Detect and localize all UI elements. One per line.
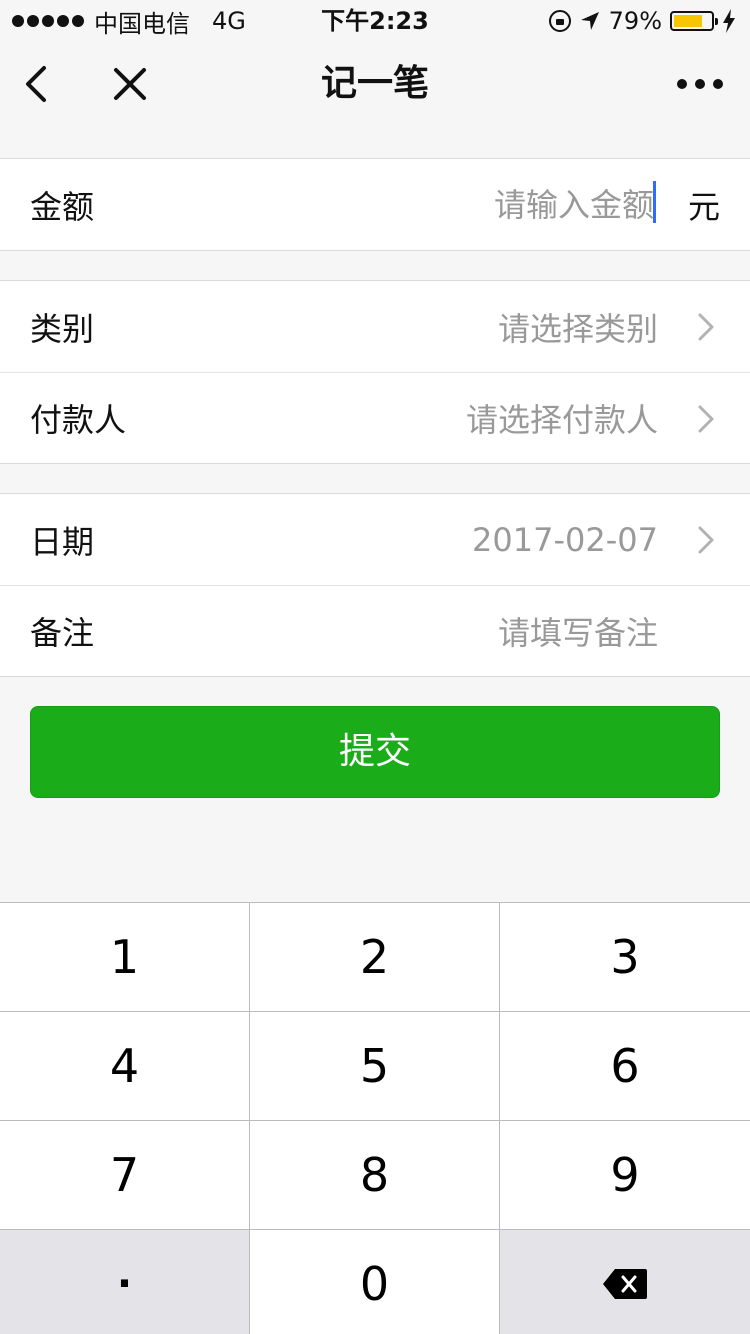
amount-label: 金额 (30, 187, 95, 226)
note-row[interactable]: 备注 请填写备注 (0, 585, 750, 676)
amount-row[interactable]: 金额 元 (0, 159, 750, 250)
key-backspace[interactable] (500, 1230, 750, 1334)
key-1[interactable]: 1 (0, 903, 250, 1011)
orientation-lock-icon (548, 10, 571, 32)
network-label: 4G (212, 7, 246, 35)
category-payer-group: 类别 请选择类别 付款人 请选择付款人 (0, 280, 750, 464)
numeric-keypad: 1 2 3 4 5 6 7 8 9 · 0 (0, 902, 750, 1334)
charging-bolt-icon (723, 9, 735, 33)
battery-fill (674, 15, 703, 27)
key-8[interactable]: 8 (250, 1121, 500, 1229)
amount-input[interactable] (394, 179, 654, 230)
battery-percent: 79% (608, 7, 662, 35)
status-left: 中国电信 4G (12, 6, 246, 38)
nav-bar: 记一笔 (0, 40, 750, 128)
close-icon[interactable] (108, 62, 152, 106)
chevron-right-icon (698, 313, 714, 341)
status-right: 79% (548, 6, 736, 36)
date-row[interactable]: 日期 2017-02-07 (0, 494, 750, 585)
key-9[interactable]: 9 (500, 1121, 750, 1229)
category-label: 类别 (30, 309, 95, 348)
status-bar: 中国电信 4G 下午2:23 79% (0, 0, 750, 40)
key-7[interactable]: 7 (0, 1121, 250, 1229)
category-value: 请选择类别 (497, 309, 658, 348)
key-6[interactable]: 6 (500, 1012, 750, 1120)
more-options-icon[interactable] (674, 62, 726, 106)
chevron-right-icon (698, 526, 714, 554)
date-note-group: 日期 2017-02-07 备注 请填写备注 (0, 493, 750, 677)
signal-icon (12, 15, 84, 27)
submit-button[interactable]: 提交 (30, 706, 720, 798)
carrier-label: 中国电信 (94, 9, 190, 38)
back-arrow-icon[interactable] (18, 62, 62, 106)
key-4[interactable]: 4 (0, 1012, 250, 1120)
battery-icon (670, 11, 718, 31)
payer-row[interactable]: 付款人 请选择付款人 (0, 372, 750, 463)
category-row[interactable]: 类别 请选择类别 (0, 281, 750, 372)
backspace-icon (603, 1269, 647, 1299)
payer-label: 付款人 (30, 401, 127, 439)
text-caret (653, 181, 656, 223)
key-2[interactable]: 2 (250, 903, 500, 1011)
key-decimal-point[interactable]: · (0, 1230, 250, 1334)
amount-group: 金额 元 (0, 158, 750, 251)
payer-value: 请选择付款人 (465, 401, 658, 439)
key-5[interactable]: 5 (250, 1012, 500, 1120)
chevron-right-icon (698, 405, 714, 433)
location-arrow-icon (580, 12, 599, 30)
amount-unit: 元 (687, 187, 720, 226)
screen: 中国电信 4G 下午2:23 79% 记一笔 金额 请输入金额 元 类别 请选择… (0, 0, 750, 1334)
key-0[interactable]: 0 (250, 1230, 500, 1334)
date-value: 2017-02-07 (472, 520, 658, 559)
note-input[interactable]: 请填写备注 (498, 608, 658, 654)
key-3[interactable]: 3 (500, 903, 750, 1011)
date-label: 日期 (30, 522, 95, 561)
note-label: 备注 (30, 614, 95, 652)
